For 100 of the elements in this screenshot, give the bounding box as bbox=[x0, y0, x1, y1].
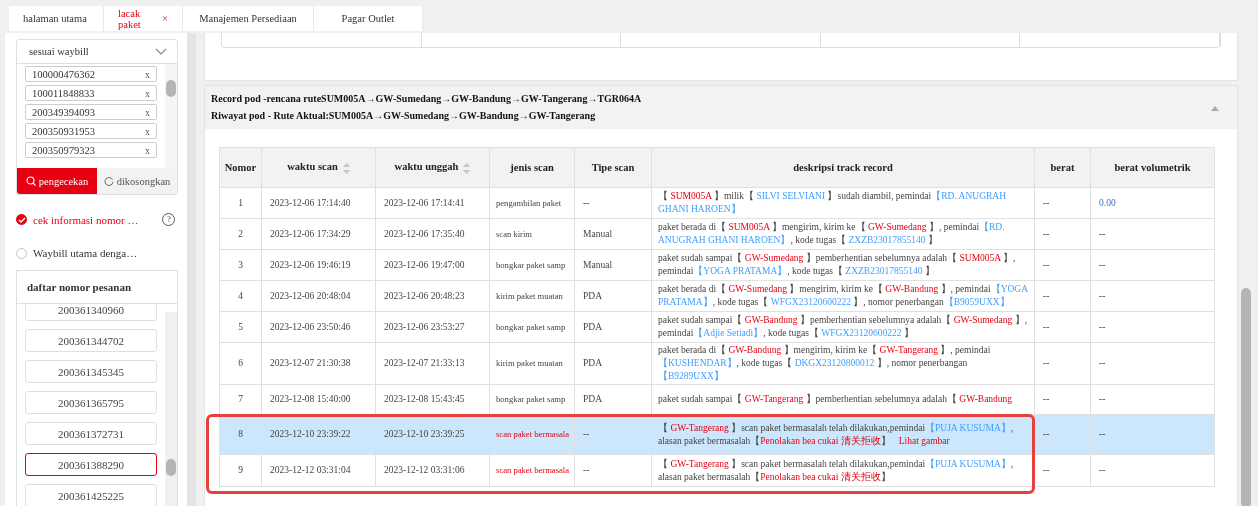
table-cell: -- bbox=[1090, 342, 1215, 385]
order-number-item[interactable]: 200361345345 bbox=[25, 360, 157, 383]
clear-button[interactable]: dikosongkan bbox=[97, 168, 177, 194]
close-icon[interactable]: × bbox=[162, 13, 168, 24]
table-cell: scan kirim bbox=[489, 218, 575, 250]
table-cell: -- bbox=[1034, 454, 1091, 487]
table-cell: 1 bbox=[219, 187, 262, 219]
table-row[interactable] bbox=[219, 249, 1215, 281]
order-number-item[interactable]: 200361344702 bbox=[25, 329, 157, 352]
table-cell: PDA bbox=[574, 342, 652, 385]
table-cell: 2023-12-08 15:40:00 bbox=[261, 384, 376, 415]
table-cell: 7 bbox=[219, 384, 262, 415]
table-row[interactable]: 9 2023-12-12 03:31:04 2023-12-12 03:31:06 scan paket bermasala -- 【 GW-Tangerang 】scan paket bermasalah telah dilakukan,pemindai【PUJA KUSUMA】, alasan paket bermasalah【Penolakan bea cukai 清关拒收】 -- -- bbox=[219, 454, 1215, 487]
table-row[interactable] bbox=[219, 311, 1215, 343]
tab[interactable]: Manajemen Persediaan bbox=[183, 6, 314, 31]
column-header: deskripsi track record bbox=[651, 147, 1035, 188]
table-cell: -- bbox=[1034, 249, 1091, 281]
track-description: 【 SUM005A 】milik【 SILVI SELVIANI 】sudah diambil, pemindai【RD. ANUGRAH GHANI HAROEN】 bbox=[658, 191, 1007, 214]
track-description: paket sudah sampai【 GW-Bandung 】pemberhentian sebelumnya adalah【 GW-Sumedang 】, pemindai【Adjie Setiadi】, kode tugas【 WFGX23120600222 】 bbox=[658, 315, 1027, 338]
table-cell: bongkar paket samp bbox=[489, 384, 575, 415]
column-header[interactable]: waktu unggah bbox=[375, 147, 490, 188]
remove-icon[interactable]: x bbox=[145, 87, 150, 99]
table-cell: 2023-12-07 21:33:13 bbox=[375, 342, 490, 385]
remove-icon[interactable]: x bbox=[145, 144, 150, 156]
scrollbar[interactable] bbox=[165, 312, 177, 506]
table-cell: -- bbox=[574, 187, 652, 219]
table-cell: 8 bbox=[219, 414, 262, 455]
table-cell: 3 bbox=[219, 249, 262, 281]
tab[interactable]: lacak paket × bbox=[104, 6, 183, 31]
panel-title: daftar nomor pesanan bbox=[17, 271, 177, 304]
table-row[interactable]: 2 2023-12-06 17:34:29 2023-12-06 17:35:40 scan kirim Manual paket berada di【 SUM005A 】mengirim, kirim ke【 GW-Sumedang 】, pemindai【RD. ANUGRAH GHANI HAROEN】, kode tugas【 ZXZB23017855140 】 -- -- bbox=[219, 218, 1215, 250]
track-description: paket sudah sampai【 GW-Sumedang 】pemberhentian sebelumnya adalah【 SUM005A 】, pemindai【YOGA PRATAMA】, kode tugas【 ZXZB23017855140 】 bbox=[658, 253, 1016, 276]
table-cell: 2023-12-06 20:48:04 bbox=[261, 280, 376, 312]
table-cell: 2023-12-06 17:14:41 bbox=[375, 187, 490, 219]
table-cell: -- bbox=[1034, 187, 1091, 219]
table-row[interactable] bbox=[219, 280, 1215, 312]
scrollbar[interactable] bbox=[165, 64, 177, 168]
table-cell: 2023-12-06 19:46:19 bbox=[261, 249, 376, 281]
table-cell: 6 bbox=[219, 342, 262, 385]
tab[interactable]: halaman utama bbox=[9, 6, 104, 31]
column-header[interactable]: waktu scan bbox=[261, 147, 376, 188]
table-cell: 4 bbox=[219, 280, 262, 312]
table-cell: PDA bbox=[574, 311, 652, 343]
waybill-number: 200349394093 bbox=[32, 106, 95, 118]
chevron-down-icon bbox=[155, 47, 167, 56]
radio-button[interactable] bbox=[16, 214, 27, 226]
table-cell: 2023-12-06 23:50:46 bbox=[261, 311, 376, 343]
remove-icon[interactable]: x bbox=[145, 106, 150, 118]
table-cell: -- bbox=[1090, 454, 1215, 487]
order-number-item[interactable]: 200361372731 bbox=[25, 422, 157, 445]
table-row[interactable]: 1 2023-12-06 17:14:40 2023-12-06 17:14:41 pengambilan paket -- 【 SUM005A 】milik【 SILVI SELVIANI 】sudah diambil, pemindai【RD. ANUGRAH GHANI HAROEN】 -- 0.00 bbox=[219, 187, 1215, 219]
track-description: paket berada di【 SUM005A 】mengirim, kirim ke【 GW-Sumedang 】, pemindai【RD. ANUGRAH GHANI HAROEN】, kode tugas【 ZXZB23017855140 】 bbox=[658, 222, 1005, 245]
column-header: Nomor bbox=[219, 147, 262, 188]
table-cell: scan paket bermasala bbox=[489, 454, 575, 487]
table-cell: -- bbox=[1090, 218, 1215, 250]
waybill-number: 100011848833 bbox=[32, 87, 95, 99]
order-number-item[interactable]: 200361365795 bbox=[25, 391, 157, 414]
tab[interactable]: Pagar Outlet bbox=[314, 6, 423, 31]
waybill-number: 200350931953 bbox=[32, 125, 95, 137]
table-cell: -- bbox=[1034, 342, 1091, 385]
track-description: paket sudah sampai【 GW-Tangerang 】pemberhentian sebelumnya adalah【 GW-Bandung bbox=[658, 394, 1013, 404]
table-cell: -- bbox=[1034, 311, 1091, 343]
table-cell: 2023-12-06 17:35:40 bbox=[375, 218, 490, 250]
actual-route: Riwayat pod - Rute Aktual:SUM005A→GW-Sumedang→GW-Bandung→GW-Tangerang bbox=[211, 110, 597, 121]
table-cell: bongkar paket samp bbox=[489, 249, 575, 281]
track-description: 【 GW-Tangerang 】scan paket bermasalah telah dilakukan,pemindai【PUJA KUSUMA】, alasan paket bermasalah【Penolakan bea cukai 清关拒收】 Lihat gambar bbox=[658, 422, 1014, 446]
table-cell: 9 bbox=[219, 454, 262, 487]
column-header: Tipe scan bbox=[574, 147, 652, 188]
table-cell: 2023-12-06 17:34:29 bbox=[261, 218, 376, 250]
sort-icon[interactable] bbox=[342, 162, 350, 174]
table-cell: kirim paket muatan bbox=[489, 280, 575, 312]
table-cell: 2023-12-06 17:14:40 bbox=[261, 187, 376, 219]
remove-icon[interactable]: x bbox=[145, 68, 150, 80]
search-icon bbox=[25, 176, 36, 186]
table-row[interactable] bbox=[219, 414, 1215, 455]
table-cell: 2023-12-06 20:48:23 bbox=[375, 280, 490, 312]
option-label: Waybill utama denga… bbox=[33, 247, 138, 260]
table-cell: -- bbox=[1034, 218, 1091, 250]
query-type-select[interactable]: sesuai waybill bbox=[17, 40, 177, 64]
remove-icon[interactable]: x bbox=[145, 125, 150, 137]
waybill-number: 200350979323 bbox=[32, 144, 95, 156]
waybill-number: 100000476362 bbox=[32, 68, 95, 80]
table-cell: 2023-12-06 23:53:27 bbox=[375, 311, 490, 343]
view-image-link[interactable]: Lihat gambar bbox=[898, 435, 950, 446]
table-cell: PDA bbox=[574, 280, 652, 312]
table-cell: 0.00 bbox=[1090, 187, 1215, 219]
track-description: paket berada di【 GW-Bandung 】mengirim, kirim ke【 GW-Tangerang 】, pemindai 【KUSHENDAR】, kode tugas【 DKGX23120800012 】, nomor penerbangan 【B9289UXX】 bbox=[658, 345, 991, 381]
column-header: jenis scan bbox=[489, 147, 575, 188]
table-row[interactable] bbox=[219, 342, 1215, 385]
order-number-item[interactable]: 200361425225 bbox=[25, 484, 157, 506]
table-cell: -- bbox=[1090, 280, 1215, 312]
table-row[interactable]: 7 2023-12-08 15:40:00 2023-12-08 15:43:45 bongkar paket samp PDA paket sudah sampai【 GW-Tangerang 】pemberhentian sebelumnya adalah【 GW-Bandung -- -- bbox=[219, 384, 1215, 415]
order-number-item[interactable]: 200361340960 bbox=[25, 304, 157, 321]
sort-icon[interactable] bbox=[463, 162, 471, 174]
order-number-item[interactable]: 200361388290 bbox=[25, 453, 157, 476]
search-button[interactable]: pengecekan bbox=[17, 168, 97, 194]
table-cell: PDA bbox=[574, 384, 652, 415]
caret-icon[interactable] bbox=[1211, 106, 1219, 111]
planned-route: Record pod -rencana ruteSUM005A→GW-Sumedang→GW-Bandung→GW-Tangerang→TGR064A bbox=[211, 93, 643, 104]
track-description: 【 GW-Tangerang 】scan paket bermasalah telah dilakukan,pemindai【PUJA KUSUMA】, alasan paket bermasalah【Penolakan bea cukai 清关拒收】 bbox=[658, 458, 1014, 482]
